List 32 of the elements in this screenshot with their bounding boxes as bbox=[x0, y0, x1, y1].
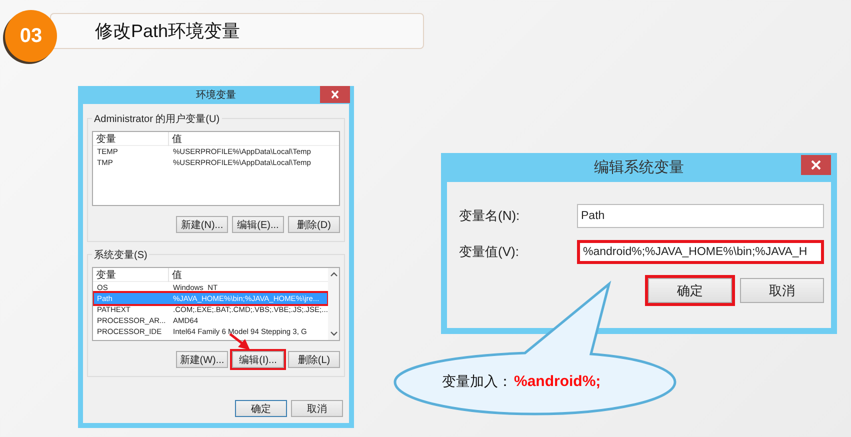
scroll-up-icon[interactable] bbox=[330, 271, 338, 277]
column-header: 值 bbox=[171, 132, 182, 146]
close-icon[interactable] bbox=[320, 86, 350, 103]
scroll-down-icon[interactable] bbox=[330, 331, 338, 337]
group-label: 系统变量(S) bbox=[92, 248, 150, 262]
dialog-button[interactable]: 编辑(I)... bbox=[232, 351, 284, 368]
column-header: 变量 bbox=[93, 268, 169, 282]
dialog-button[interactable]: 删除(L) bbox=[288, 351, 340, 368]
close-icon[interactable] bbox=[801, 155, 831, 175]
dialog-button[interactable]: 取消 bbox=[291, 400, 343, 417]
scrollbar[interactable] bbox=[328, 268, 339, 340]
field-label: 变量值(V): bbox=[459, 243, 519, 261]
slide-title: 修改Path环境变量 bbox=[95, 20, 240, 43]
callout-label: 变量加入： bbox=[442, 373, 512, 391]
field-label: 变量名(N): bbox=[459, 207, 520, 225]
step-number: 03 bbox=[5, 10, 57, 62]
window-title: 环境变量 bbox=[196, 88, 236, 102]
dialog-button[interactable]: 确定 bbox=[235, 400, 287, 417]
dialog-button[interactable]: 确定 bbox=[648, 278, 732, 303]
dialog-button[interactable]: 编辑(E)... bbox=[232, 216, 284, 233]
input-field[interactable]: Path bbox=[577, 204, 824, 228]
dialog-button[interactable]: 取消 bbox=[740, 278, 824, 303]
window-title: 编辑系统变量 bbox=[594, 158, 684, 177]
group-label: Administrator 的用户变量(U) bbox=[92, 112, 222, 126]
dialog-button[interactable]: 删除(D) bbox=[288, 216, 340, 233]
column-header: 变量 bbox=[93, 132, 169, 146]
arrow bbox=[229, 333, 250, 350]
dialog-button[interactable]: 新建(W)... bbox=[176, 351, 228, 368]
dialog-button[interactable]: 新建(N)... bbox=[176, 216, 228, 233]
column-header: 值 bbox=[171, 268, 182, 282]
callout-value: %android%; bbox=[514, 373, 601, 390]
input-field[interactable]: %android%;%JAVA_HOME%\bin;%JAVA_H bbox=[577, 240, 824, 264]
